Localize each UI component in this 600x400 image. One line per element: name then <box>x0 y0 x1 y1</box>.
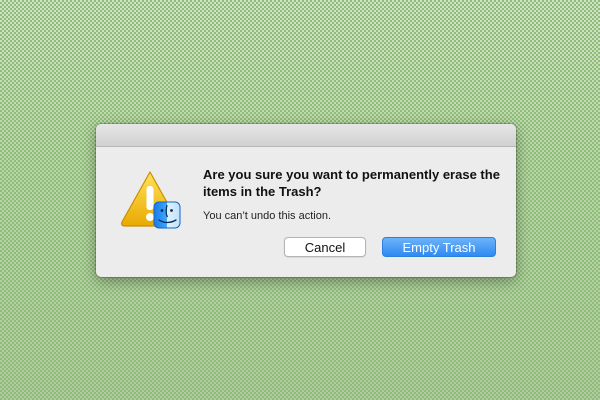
finder-icon <box>153 201 181 229</box>
dialog-subtext: You can’t undo this action. <box>203 210 332 222</box>
dialog-message: Are you sure you want to permanently era… <box>203 166 503 223</box>
cancel-button[interactable]: Cancel <box>284 237 366 257</box>
dialog-buttons: Cancel Empty Trash <box>284 237 496 257</box>
dialog-headline: Are you sure you want to permanently era… <box>203 167 500 199</box>
warning-icon <box>120 168 184 232</box>
empty-trash-dialog: Are you sure you want to permanently era… <box>96 124 516 277</box>
empty-trash-button[interactable]: Empty Trash <box>382 237 496 257</box>
dialog-titlebar[interactable] <box>96 124 516 147</box>
